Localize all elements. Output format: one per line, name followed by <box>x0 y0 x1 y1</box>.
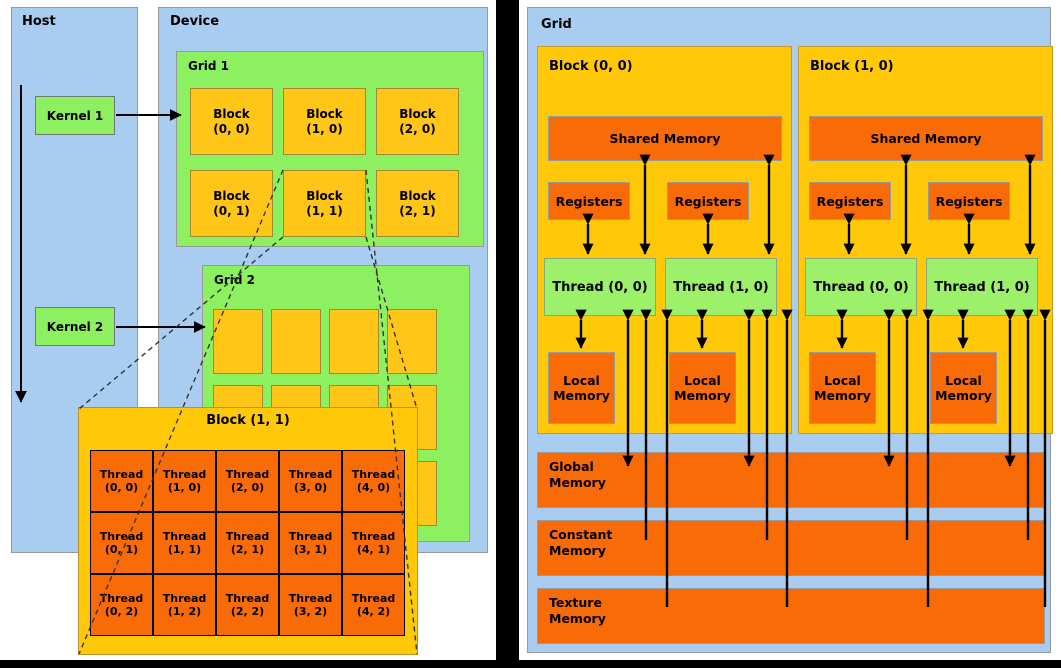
grid-title: Grid <box>541 17 572 32</box>
thread-0-0[interactable]: Thread (0, 0) <box>544 258 656 316</box>
constant-memory-bar[interactable] <box>537 520 1045 576</box>
grid1-block-1-1[interactable]: Block (1, 1) <box>283 170 366 237</box>
thread-cell[interactable]: Thread (4, 1) <box>342 512 405 574</box>
grid1-block-1-0[interactable]: Block (1, 0) <box>283 88 366 155</box>
thread-cell[interactable]: Thread (1, 0) <box>153 450 216 512</box>
global-memory-bar[interactable] <box>537 452 1045 508</box>
global-memory-label: Global Memory <box>549 459 606 490</box>
thread-cell[interactable]: Thread (2, 1) <box>216 512 279 574</box>
kernel-label: Kernel 2 <box>46 319 104 334</box>
thread-label: Thread (1, 0) <box>934 279 1030 295</box>
local-memory-label: Local Memory <box>674 373 731 403</box>
block-label: Block (1, 0) <box>306 107 343 136</box>
local-memory-label: Local Memory <box>935 373 992 403</box>
thread-label: Thread (4, 1) <box>351 529 396 556</box>
thread-cell[interactable]: Thread (3, 1) <box>279 512 342 574</box>
thread-cell[interactable]: Thread (3, 0) <box>279 450 342 512</box>
registers-0-0[interactable]: Registers <box>548 182 630 220</box>
grid1-block-2-0[interactable]: Block (2, 0) <box>376 88 459 155</box>
thread-label: Thread (4, 2) <box>351 591 396 618</box>
shared-memory-0[interactable]: Shared Memory <box>548 116 782 161</box>
thread-label: Thread (1, 2) <box>162 591 207 618</box>
local-memory-label: Local Memory <box>553 373 610 403</box>
thread-label: Thread (3, 1) <box>288 529 333 556</box>
local-memory-1-1[interactable]: Local Memory <box>930 352 997 424</box>
texture-memory-label: Texture Memory <box>549 595 606 626</box>
thread-label: Thread (2, 0) <box>225 467 270 494</box>
grid1-block-2-1[interactable]: Block (2, 1) <box>376 170 459 237</box>
local-memory-label: Local Memory <box>814 373 871 403</box>
host-title: Host <box>22 14 56 29</box>
local-memory-1-0[interactable]: Local Memory <box>809 352 876 424</box>
registers-1-0[interactable]: Registers <box>809 182 891 220</box>
thread-cell[interactable]: Thread (2, 2) <box>216 574 279 636</box>
thread-cell[interactable]: Thread (4, 0) <box>342 450 405 512</box>
texture-memory-bar[interactable] <box>537 588 1045 644</box>
shared-memory-1[interactable]: Shared Memory <box>809 116 1043 161</box>
right-block-0-0-title: Block (0, 0) <box>549 59 633 74</box>
thread-label: Thread (0, 2) <box>99 591 144 618</box>
thread-label: Thread (4, 0) <box>351 467 396 494</box>
local-memory-0-1[interactable]: Local Memory <box>669 352 736 424</box>
device-title: Device <box>170 14 220 29</box>
thread-label: Thread (3, 0) <box>288 467 333 494</box>
thread-cell[interactable]: Thread (2, 0) <box>216 450 279 512</box>
grid2-block[interactable] <box>271 309 321 374</box>
thread-cell[interactable]: Thread (0, 2) <box>90 574 153 636</box>
grid2-title: Grid 2 <box>214 273 255 287</box>
thread-cell[interactable]: Thread (3, 2) <box>279 574 342 636</box>
thread-label: Thread (0, 0) <box>99 467 144 494</box>
thread-cell[interactable]: Thread (1, 2) <box>153 574 216 636</box>
thread-label: Thread (2, 2) <box>225 591 270 618</box>
right-block-1-0-title: Block (1, 0) <box>810 59 894 74</box>
thread-label: Thread (2, 1) <box>225 529 270 556</box>
block-label: Block (0, 0) <box>213 107 250 136</box>
thread-label: Thread (0, 0) <box>552 279 648 295</box>
grid1-block-0-0[interactable]: Block (0, 0) <box>190 88 273 155</box>
thread-0-1[interactable]: Thread (1, 0) <box>665 258 777 316</box>
registers-label: Registers <box>555 193 623 209</box>
thread-1-0[interactable]: Thread (0, 0) <box>805 258 917 316</box>
registers-1-1[interactable]: Registers <box>928 182 1010 220</box>
registers-0-1[interactable]: Registers <box>667 182 749 220</box>
grid2-block[interactable] <box>329 309 379 374</box>
shared-memory-label: Shared Memory <box>609 131 721 146</box>
block-label: Block (2, 0) <box>399 107 436 136</box>
thread-cell[interactable]: Thread (4, 2) <box>342 574 405 636</box>
thread-cell[interactable]: Thread (0, 0) <box>90 450 153 512</box>
thread-cell[interactable]: Thread (1, 1) <box>153 512 216 574</box>
grid1-title: Grid 1 <box>188 59 229 73</box>
registers-label: Registers <box>816 193 884 209</box>
grid2-block[interactable] <box>387 309 437 374</box>
diagram-root: Host Device Grid 1 Block (0, 0) Block (1… <box>0 0 1061 668</box>
grid2-block[interactable] <box>213 309 263 374</box>
registers-label: Registers <box>674 193 742 209</box>
block-detail-title: Block (1, 1) <box>206 413 290 428</box>
thread-1-1[interactable]: Thread (1, 0) <box>926 258 1038 316</box>
block-label: Block (1, 1) <box>306 189 343 218</box>
thread-label: Thread (3, 2) <box>288 591 333 618</box>
kernel-1-box[interactable]: Kernel 1 <box>35 96 115 135</box>
block-label: Block (2, 1) <box>399 189 436 218</box>
kernel-2-box[interactable]: Kernel 2 <box>35 307 115 346</box>
local-memory-0-0[interactable]: Local Memory <box>548 352 615 424</box>
thread-cell[interactable]: Thread (0, 1) <box>90 512 153 574</box>
block-label: Block (0, 1) <box>213 189 250 218</box>
registers-label: Registers <box>935 193 1003 209</box>
kernel-label: Kernel 1 <box>46 108 104 123</box>
thread-label: Thread (0, 1) <box>99 529 144 556</box>
shared-memory-label: Shared Memory <box>870 131 982 146</box>
thread-label: Thread (0, 0) <box>813 279 909 295</box>
grid1-block-0-1[interactable]: Block (0, 1) <box>190 170 273 237</box>
thread-label: Thread (1, 0) <box>673 279 769 295</box>
thread-label: Thread (1, 1) <box>162 529 207 556</box>
thread-label: Thread (1, 0) <box>162 467 207 494</box>
constant-memory-label: Constant Memory <box>549 527 613 558</box>
